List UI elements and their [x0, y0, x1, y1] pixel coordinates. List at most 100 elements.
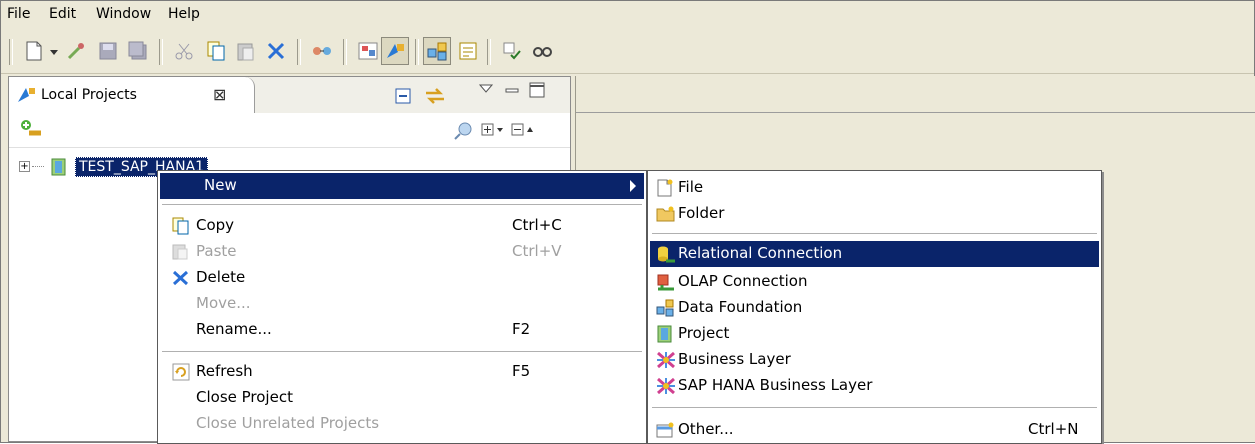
relational-connection-icon — [656, 245, 675, 263]
tab-local-projects[interactable]: Local Projects ⊠ — [9, 77, 255, 113]
local-projects-icon — [17, 86, 37, 108]
menu-item-new[interactable]: New — [160, 173, 644, 199]
submenu-arrow-icon — [630, 180, 636, 192]
other-icon — [656, 421, 674, 439]
menu-item-close-project[interactable]: Close Project — [160, 385, 644, 411]
menu-item-label: File — [678, 178, 704, 196]
menu-item-accelerator: Ctrl+V — [512, 242, 562, 260]
business-layer-icon — [656, 351, 675, 369]
data-foundation-icon[interactable] — [423, 37, 451, 65]
menu-separator — [652, 233, 1097, 234]
menu-item-label: Paste — [196, 242, 237, 260]
menu-item-label: New — [204, 176, 237, 194]
project-icon — [656, 325, 674, 343]
submenu-item-olap-connection[interactable]: OLAP Connection — [650, 269, 1099, 295]
toolbar-separator — [9, 39, 13, 65]
connection-icon[interactable] — [311, 40, 333, 62]
toolbar-separator — [343, 39, 347, 65]
menu-item-close-unrelated-projects[interactable]: Close Unrelated Projects — [160, 411, 644, 437]
expand-toggle[interactable]: + — [19, 161, 30, 172]
menu-item-accelerator: F2 — [512, 320, 531, 338]
maximize-icon[interactable] — [529, 82, 545, 102]
find-icon[interactable] — [531, 40, 553, 62]
view-menu-chevron-down-icon[interactable] — [478, 83, 494, 99]
editor-tab-strip — [576, 76, 1255, 113]
new-submenu: File Folder Relational Connection OLAP C… — [647, 170, 1102, 444]
paste-icon[interactable] — [235, 40, 257, 62]
tab-label: Local Projects — [41, 87, 137, 103]
menu-item-label: Close Unrelated Projects — [196, 414, 380, 432]
menu-item-copy[interactable]: Copy Ctrl+C — [160, 213, 644, 239]
view-toolbar — [9, 113, 570, 148]
copy-icon — [172, 217, 190, 235]
submenu-item-relational-connection[interactable]: Relational Connection — [650, 241, 1099, 267]
submenu-item-sap-hana-business-layer[interactable]: SAP HANA Business Layer — [650, 373, 1099, 399]
menu-item-delete[interactable]: Delete — [160, 265, 644, 291]
delete-icon[interactable] — [265, 40, 287, 62]
collapse-tree-icon[interactable] — [511, 122, 535, 142]
menu-item-label: Refresh — [196, 362, 253, 380]
olap-connection-icon — [656, 273, 674, 291]
menu-bar: File Edit Window Help — [1, 1, 1254, 29]
toolbar-separator — [487, 39, 491, 65]
delete-icon — [172, 269, 190, 287]
link-with-editor-icon[interactable] — [423, 85, 447, 111]
menu-item-label: Copy — [196, 216, 235, 234]
application-window: File Edit Window Help Local Projects ⊠ +… — [0, 0, 1255, 444]
wand-icon[interactable] — [65, 40, 87, 62]
menu-window[interactable]: Window — [96, 6, 151, 22]
paste-icon — [172, 243, 190, 261]
perspective-icon[interactable] — [357, 40, 379, 62]
file-icon — [656, 179, 674, 197]
menu-item-accelerator: Ctrl+C — [512, 216, 562, 234]
properties-icon[interactable] — [457, 40, 479, 62]
toolbar-separator — [297, 39, 301, 65]
check-icon[interactable] — [501, 40, 523, 62]
refresh-icon — [172, 363, 190, 381]
collapse-all-icon[interactable] — [394, 87, 414, 109]
menu-item-rename[interactable]: Rename... F2 — [160, 317, 644, 343]
submenu-item-file[interactable]: File — [650, 175, 1099, 201]
menu-item-label: Relational Connection — [678, 244, 843, 262]
new-project-icon[interactable] — [19, 119, 45, 143]
menu-help[interactable]: Help — [168, 6, 200, 22]
submenu-item-other[interactable]: Other... Ctrl+N — [650, 417, 1099, 443]
menu-separator — [652, 407, 1097, 408]
menu-item-label: Business Layer — [678, 350, 791, 368]
submenu-item-folder[interactable]: Folder — [650, 201, 1099, 227]
menu-item-move[interactable]: Move... — [160, 291, 644, 317]
menu-file[interactable]: File — [7, 6, 30, 22]
minimize-icon[interactable] — [505, 85, 519, 101]
menu-item-paste[interactable]: Paste Ctrl+V — [160, 239, 644, 265]
menu-item-accelerator: Ctrl+N — [1028, 420, 1079, 438]
menu-item-label: Other... — [678, 420, 734, 438]
menu-item-label: Move... — [196, 294, 251, 312]
menu-item-label: Project — [678, 324, 730, 342]
menu-item-label: Close Project — [196, 388, 293, 406]
save-icon[interactable] — [97, 40, 119, 62]
tree-connector — [32, 166, 44, 167]
search-icon[interactable] — [453, 121, 475, 145]
menu-edit[interactable]: Edit — [49, 6, 76, 22]
menu-item-label: Data Foundation — [678, 298, 803, 316]
copy-icon[interactable] — [205, 40, 227, 62]
expand-all-icon[interactable] — [481, 122, 505, 142]
submenu-item-project[interactable]: Project — [650, 321, 1099, 347]
project-icon — [49, 157, 69, 181]
save-all-icon[interactable] — [127, 40, 149, 62]
close-icon[interactable]: ⊠ — [213, 85, 226, 104]
submenu-item-business-layer[interactable]: Business Layer — [650, 347, 1099, 373]
submenu-item-data-foundation[interactable]: Data Foundation — [650, 295, 1099, 321]
data-foundation-icon — [656, 299, 674, 317]
new-icon[interactable] — [23, 40, 45, 62]
view-tab-strip: Local Projects ⊠ — [9, 77, 570, 114]
new-dropdown-icon[interactable] — [47, 40, 61, 62]
menu-item-label: Folder — [678, 204, 725, 222]
menu-item-refresh[interactable]: Refresh F5 — [160, 359, 644, 385]
toolbar-separator — [159, 39, 163, 65]
main-toolbar — [1, 29, 1254, 74]
menu-item-label: OLAP Connection — [678, 272, 808, 290]
cut-icon[interactable] — [173, 40, 195, 62]
sap-hana-business-layer-icon — [656, 377, 675, 395]
local-projects-toggle-icon[interactable] — [381, 37, 409, 65]
